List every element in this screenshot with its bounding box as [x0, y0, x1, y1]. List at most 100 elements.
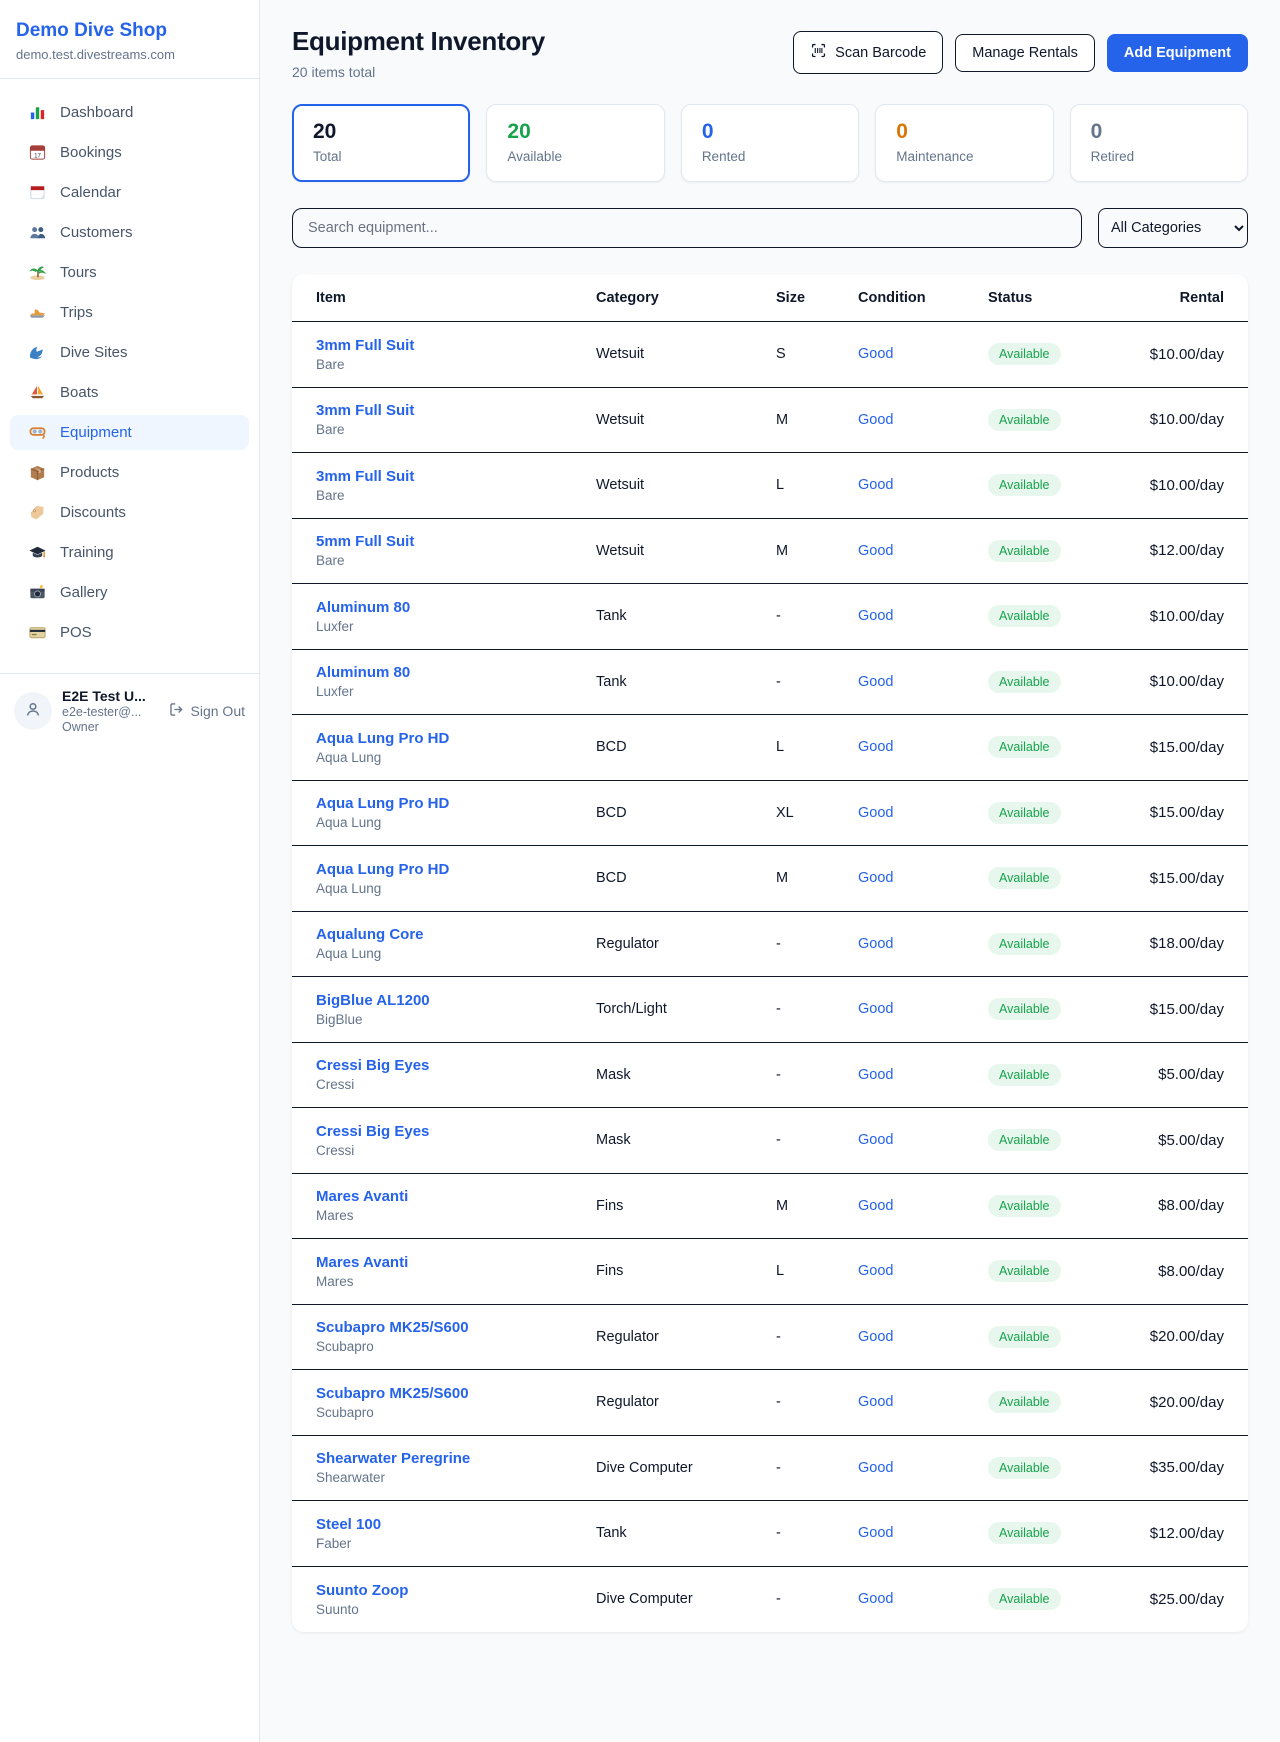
- item-link[interactable]: BigBlue AL1200: [316, 992, 430, 1009]
- user-name: E2E Test U...: [62, 688, 146, 704]
- sidebar-item-pos[interactable]: POS: [10, 615, 249, 650]
- item-category: Torch/Light: [596, 1001, 776, 1017]
- item-link[interactable]: Shearwater Peregrine: [316, 1450, 470, 1467]
- sidebar-item-training[interactable]: Training: [10, 535, 249, 570]
- item-cell: Scubapro MK25/S600 Scubapro: [316, 1319, 596, 1354]
- item-link[interactable]: Cressi Big Eyes: [316, 1123, 429, 1140]
- item-size: -: [776, 936, 858, 952]
- add-equipment-button[interactable]: Add Equipment: [1107, 34, 1248, 72]
- stat-card-maintenance[interactable]: 0Maintenance: [875, 104, 1053, 182]
- item-cell: BigBlue AL1200 BigBlue: [316, 992, 596, 1027]
- sidebar-item-dashboard[interactable]: Dashboard: [10, 95, 249, 130]
- item-link[interactable]: Mares Avanti: [316, 1254, 408, 1271]
- item-link[interactable]: Mares Avanti: [316, 1188, 408, 1205]
- condition-link[interactable]: Good: [858, 477, 893, 493]
- search-input[interactable]: [292, 208, 1082, 248]
- sidebar-item-label: Customers: [60, 224, 133, 241]
- sidebar-item-tours[interactable]: Tours: [10, 255, 249, 290]
- sidebar-item-discounts[interactable]: Discounts: [10, 495, 249, 530]
- sidebar-item-bookings[interactable]: 17Bookings: [10, 135, 249, 170]
- item-brand: BigBlue: [316, 1012, 596, 1027]
- sidebar-item-dive-sites[interactable]: Dive Sites: [10, 335, 249, 370]
- sidebar-item-label: Dive Sites: [60, 344, 128, 361]
- table-row: 5mm Full SuitBareWetsuitMGoodAvailable$1…: [292, 519, 1248, 585]
- item-link[interactable]: Aqua Lung Pro HD: [316, 795, 449, 812]
- stat-card-retired[interactable]: 0Retired: [1070, 104, 1248, 182]
- condition-link[interactable]: Good: [858, 1001, 893, 1017]
- condition-link[interactable]: Good: [858, 1198, 893, 1214]
- status-cell: Available: [988, 605, 1140, 627]
- item-size: M: [776, 412, 858, 428]
- manage-rentals-button[interactable]: Manage Rentals: [955, 34, 1095, 72]
- condition-link[interactable]: Good: [858, 739, 893, 755]
- condition-link[interactable]: Good: [858, 412, 893, 428]
- stat-card-total[interactable]: 20Total: [292, 104, 470, 182]
- item-link[interactable]: Aqua Lung Pro HD: [316, 861, 449, 878]
- item-link[interactable]: Aqua Lung Pro HD: [316, 730, 449, 747]
- sidebar-item-trips[interactable]: Trips: [10, 295, 249, 330]
- item-link[interactable]: Cressi Big Eyes: [316, 1057, 429, 1074]
- condition-cell: Good: [858, 1001, 988, 1017]
- item-link[interactable]: Aluminum 80: [316, 599, 410, 616]
- item-brand: Aqua Lung: [316, 815, 596, 830]
- item-category: Tank: [596, 608, 776, 624]
- condition-link[interactable]: Good: [858, 1329, 893, 1345]
- scan-barcode-button[interactable]: Scan Barcode: [793, 31, 943, 74]
- condition-link[interactable]: Good: [858, 1591, 893, 1607]
- condition-link[interactable]: Good: [858, 870, 893, 886]
- sidebar-item-calendar[interactable]: Calendar: [10, 175, 249, 210]
- sidebar-item-products[interactable]: Products: [10, 455, 249, 490]
- condition-link[interactable]: Good: [858, 346, 893, 362]
- condition-link[interactable]: Good: [858, 1460, 893, 1476]
- stat-card-available[interactable]: 20Available: [486, 104, 664, 182]
- condition-link[interactable]: Good: [858, 805, 893, 821]
- condition-link[interactable]: Good: [858, 1067, 893, 1083]
- calendar-icon: [28, 183, 47, 202]
- status-badge: Available: [988, 1588, 1061, 1610]
- status-badge: Available: [988, 1260, 1061, 1282]
- page-title: Equipment Inventory: [292, 26, 545, 57]
- users-icon: [28, 223, 47, 242]
- item-link[interactable]: Aqualung Core: [316, 926, 424, 943]
- sign-out-button[interactable]: Sign Out: [168, 701, 245, 721]
- item-link[interactable]: 3mm Full Suit: [316, 402, 414, 419]
- item-link[interactable]: Steel 100: [316, 1516, 381, 1533]
- item-category: Dive Computer: [596, 1591, 776, 1607]
- item-brand: Luxfer: [316, 619, 596, 634]
- item-link[interactable]: Aluminum 80: [316, 664, 410, 681]
- condition-link[interactable]: Good: [858, 1394, 893, 1410]
- condition-link[interactable]: Good: [858, 1132, 893, 1148]
- item-cell: Aqualung CoreAqua Lung: [316, 926, 596, 961]
- item-category: Mask: [596, 1132, 776, 1148]
- item-cell: Cressi Big EyesCressi: [316, 1123, 596, 1158]
- condition-link[interactable]: Good: [858, 674, 893, 690]
- condition-link[interactable]: Good: [858, 936, 893, 952]
- condition-cell: Good: [858, 674, 988, 690]
- table-row: Aluminum 80LuxferTank-GoodAvailable$10.0…: [292, 584, 1248, 650]
- item-link[interactable]: Scubapro MK25/S600: [316, 1319, 469, 1336]
- item-brand: Scubapro: [316, 1339, 596, 1354]
- category-select[interactable]: All Categories: [1098, 208, 1248, 248]
- stat-label: Retired: [1091, 149, 1227, 164]
- condition-cell: Good: [858, 1394, 988, 1410]
- item-link[interactable]: 5mm Full Suit: [316, 533, 414, 550]
- sidebar-item-gallery[interactable]: Gallery: [10, 575, 249, 610]
- item-brand: Shearwater: [316, 1470, 596, 1485]
- person-icon: [23, 699, 43, 724]
- sidebar-item-boats[interactable]: Boats: [10, 375, 249, 410]
- status-cell: Available: [988, 998, 1140, 1020]
- item-link[interactable]: Scubapro MK25/S600: [316, 1385, 469, 1402]
- stat-card-rented[interactable]: 0Rented: [681, 104, 859, 182]
- sidebar-item-customers[interactable]: Customers: [10, 215, 249, 250]
- condition-link[interactable]: Good: [858, 543, 893, 559]
- sidebar-item-equipment[interactable]: Equipment: [10, 415, 249, 450]
- brand-title[interactable]: Demo Dive Shop: [16, 20, 243, 42]
- condition-link[interactable]: Good: [858, 1263, 893, 1279]
- condition-link[interactable]: Good: [858, 608, 893, 624]
- item-size: -: [776, 1591, 858, 1607]
- item-brand: Luxfer: [316, 684, 596, 699]
- item-link[interactable]: 3mm Full Suit: [316, 337, 414, 354]
- item-link[interactable]: 3mm Full Suit: [316, 468, 414, 485]
- condition-link[interactable]: Good: [858, 1525, 893, 1541]
- item-link[interactable]: Suunto Zoop: [316, 1582, 408, 1599]
